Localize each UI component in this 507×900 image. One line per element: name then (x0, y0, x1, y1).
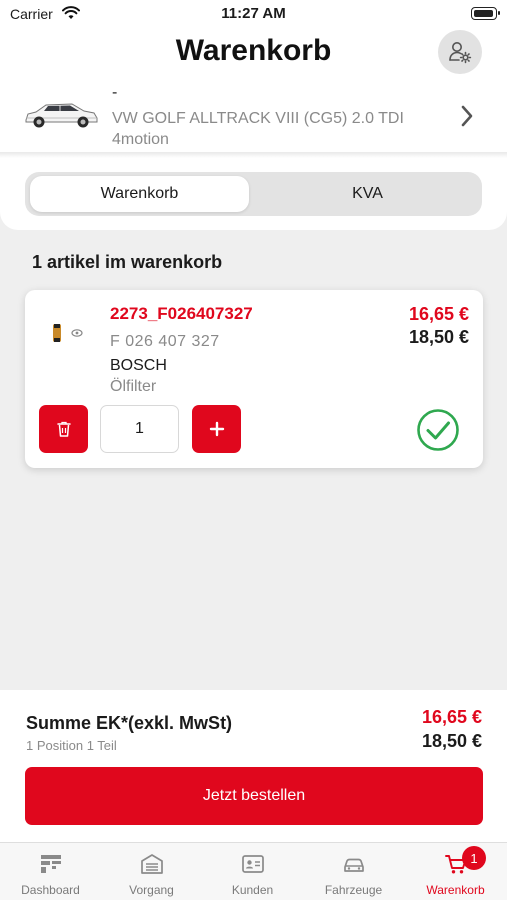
sale-price: 18,50 € (408, 327, 469, 347)
tabbar-label-dashboard: Dashboard (21, 883, 80, 897)
battery-icon (471, 7, 500, 20)
summary-subtitle: 1 Position 1 Teil (26, 738, 117, 753)
cart-item-card: 2273_F026407327 F 026 407 327 BOSCH Ölfi… (25, 290, 483, 468)
tabbar-item-fahrzeuge[interactable]: Fahrzeuge (303, 843, 404, 900)
id-card-icon (241, 855, 264, 873)
vehicle-name: VW GOLF ALLTRACK VIII (CG5) 2.0 TDI 4mot… (112, 110, 404, 148)
purchase-price: 16,65 € (408, 304, 469, 324)
divider (0, 152, 507, 158)
status-bar: Carrier 11:27 AM (0, 0, 507, 28)
tabbar-item-vorgang[interactable]: Vorgang (101, 843, 202, 900)
tabbar-item-warenkorb[interactable]: Warenkorb 1 (404, 843, 507, 900)
clock: 11:27 AM (221, 5, 286, 22)
article-description: Ölfilter (110, 378, 157, 395)
tabbar-label-vorgang: Vorgang (129, 883, 174, 897)
article-code-link[interactable]: 2273_F026407327 (110, 304, 253, 324)
delete-item-button[interactable] (39, 405, 88, 453)
profile-settings-button[interactable] (438, 30, 482, 74)
summary-sale-total: 18,50 € (421, 731, 482, 751)
user-settings-icon (449, 42, 472, 64)
available-check-icon (417, 409, 459, 451)
header-panel: Carrier 11:27 AM Warenkorb - VW GOLF ALL… (0, 0, 507, 230)
tabbar-item-kunden[interactable]: Kunden (202, 843, 303, 900)
chevron-right-icon (461, 105, 473, 127)
tabbar-label-fahrzeuge: Fahrzeuge (324, 883, 383, 897)
summary-title: Summe EK*(exkl. MwSt) (26, 713, 233, 733)
vehicle-image (25, 103, 98, 128)
tab-warenkorb[interactable]: Warenkorb (30, 176, 249, 212)
plus-icon (209, 421, 224, 437)
vehicle-subtitle: - (112, 84, 118, 101)
article-count-heading: 1 artikel im warenkorb (32, 252, 223, 272)
article-number: F 026 407 327 (110, 333, 220, 350)
order-now-button[interactable]: Jetzt bestellen (25, 767, 483, 825)
car-icon (343, 858, 364, 872)
dashboard-icon (40, 855, 61, 873)
product-image (53, 324, 83, 342)
tabbar-label-kunden: Kunden (231, 883, 274, 897)
segmented-control: Warenkorb KVA (25, 172, 482, 216)
cart-count-badge: 1 (462, 846, 486, 870)
tab-kva[interactable]: KVA (258, 176, 477, 212)
increase-quantity-button[interactable] (192, 405, 241, 453)
tab-bar: Dashboard Vorgang Kunden Fahrzeuge Waren… (0, 842, 507, 900)
summary-purchase-total: 16,65 € (421, 707, 482, 727)
vehicle-selector[interactable]: - VW GOLF ALLTRACK VIII (CG5) 2.0 TDI 4m… (0, 82, 507, 152)
quantity-input[interactable]: 1 (100, 405, 179, 453)
tabbar-label-warenkorb: Warenkorb (426, 883, 485, 897)
article-brand: BOSCH (110, 357, 167, 374)
trash-icon (56, 421, 71, 437)
tabbar-item-dashboard[interactable]: Dashboard (0, 843, 101, 900)
page-title: Warenkorb (175, 34, 332, 67)
garage-icon (140, 854, 163, 874)
order-summary: Summe EK*(exkl. MwSt) 1 Position 1 Teil … (0, 690, 507, 842)
